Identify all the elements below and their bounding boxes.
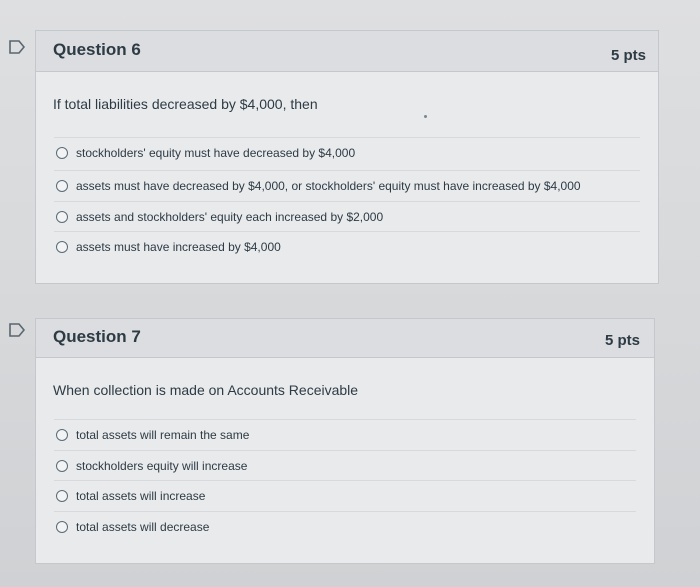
question-text: If total liabilities decreased by $4,000… (53, 96, 318, 112)
radio-button[interactable] (56, 147, 68, 159)
question-points: 5 pts (605, 332, 641, 349)
radio-button[interactable] (56, 241, 68, 253)
question-card: Question 7 5 pts When collection is made… (35, 318, 655, 564)
answer-option[interactable]: stockholders' equity must have decreased… (54, 137, 640, 168)
flag-question-icon[interactable] (9, 323, 25, 337)
answer-label: total assets will decrease (76, 520, 210, 534)
answer-label: assets and stockholders' equity each inc… (76, 210, 384, 224)
question-card: Question 6 5 pts If total liabilities de… (35, 30, 659, 284)
answer-option[interactable]: stockholders equity will increase (54, 450, 636, 481)
question-header: Question 7 5 pts (36, 319, 654, 358)
answer-option[interactable]: total assets will increase (54, 480, 636, 511)
question-text: When collection is made on Accounts Rece… (53, 382, 359, 398)
answer-label: stockholders' equity must have decreased… (76, 146, 356, 160)
radio-button[interactable] (56, 180, 68, 192)
answer-label: assets must have decreased by $4,000, or… (76, 179, 581, 193)
radio-button[interactable] (56, 211, 68, 223)
answer-option[interactable]: assets and stockholders' equity each inc… (54, 201, 640, 232)
answer-option[interactable]: assets must have increased by $4,000 (54, 231, 640, 262)
radio-button[interactable] (56, 521, 68, 533)
radio-button[interactable] (56, 490, 68, 502)
answer-label: total assets will increase (76, 489, 206, 503)
answer-label: total assets will remain the same (76, 428, 250, 442)
answer-option[interactable]: total assets will remain the same (54, 419, 636, 450)
question-header: Question 6 5 pts (36, 31, 658, 72)
flag-question-icon[interactable] (9, 40, 25, 54)
radio-button[interactable] (56, 460, 68, 472)
question-points: 5 pts (611, 47, 647, 64)
question-title: Question 6 (53, 40, 141, 59)
question-title: Question 7 (53, 327, 141, 346)
answer-label: assets must have increased by $4,000 (76, 240, 281, 254)
answer-option[interactable]: assets must have decreased by $4,000, or… (54, 170, 640, 201)
radio-button[interactable] (56, 429, 68, 441)
answer-label: stockholders equity will increase (76, 459, 248, 473)
answer-option[interactable]: total assets will decrease (54, 511, 636, 542)
